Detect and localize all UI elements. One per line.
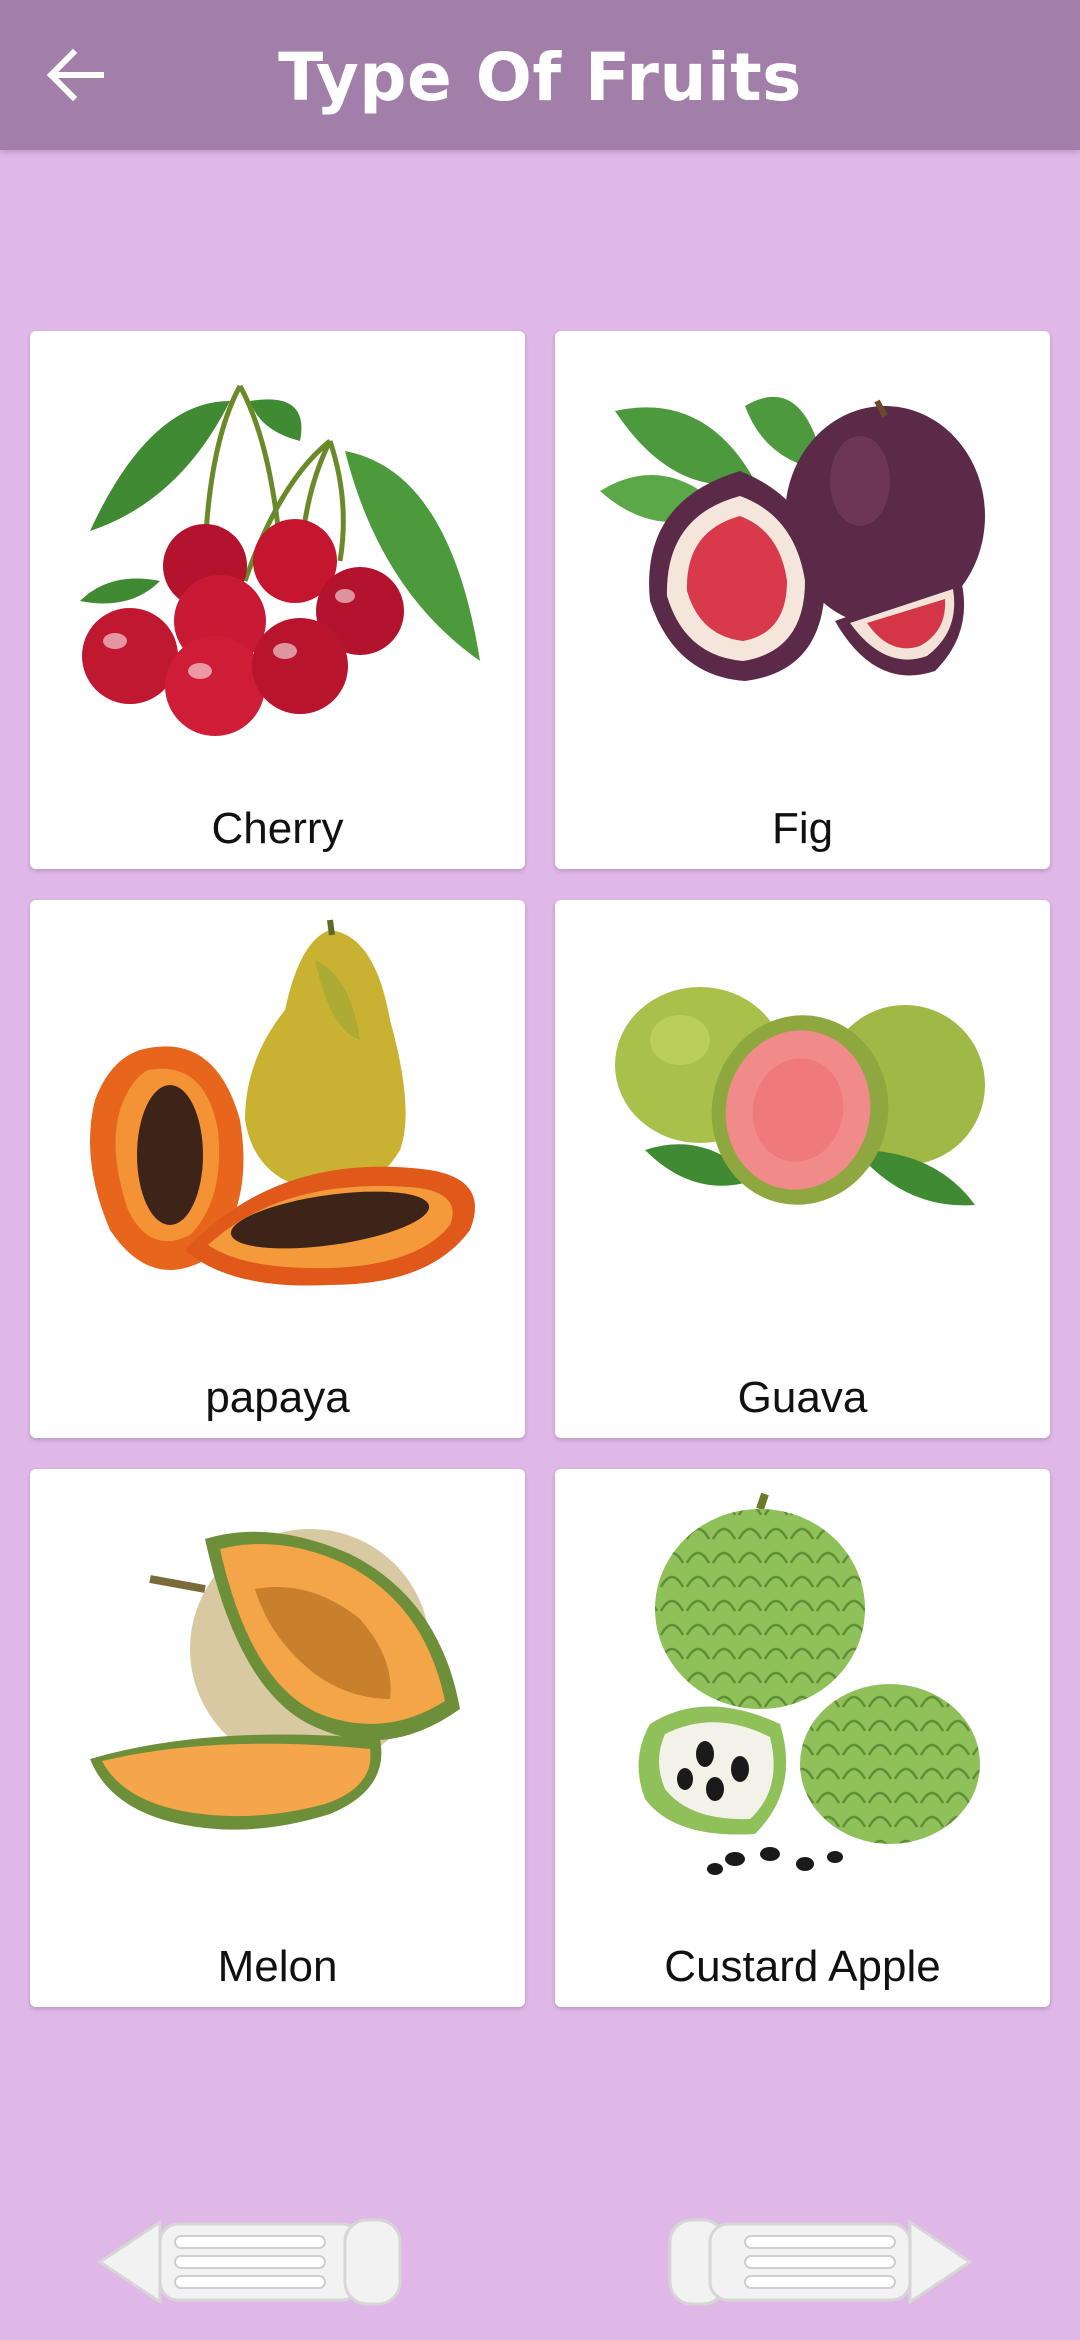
fig-image <box>600 396 985 681</box>
previous-button[interactable] <box>90 2212 410 2312</box>
app-bar: Type Of Fruits <box>0 0 1080 150</box>
fruit-label: Cherry <box>211 804 344 853</box>
fruit-label: Fig <box>771 804 834 853</box>
fruit-label: Guava <box>737 1373 868 1422</box>
fruit-card-papaya[interactable]: papaya <box>30 900 525 1438</box>
page-title: Type Of Fruits <box>278 39 802 116</box>
next-button[interactable] <box>660 2212 980 2312</box>
fruit-card-custard-apple[interactable]: Custard Apple <box>555 1469 1050 2007</box>
fruit-card-fig[interactable]: Fig <box>555 331 1050 869</box>
papaya-image <box>90 919 475 1286</box>
fruit-label: papaya <box>205 1373 350 1422</box>
custard-apple-image <box>638 1492 980 1875</box>
cherry-image <box>80 384 480 736</box>
previous-arrow-icon <box>97 2218 402 2306</box>
melon-image <box>90 1529 460 1830</box>
fruit-card-melon[interactable]: Melon <box>30 1469 525 2007</box>
next-arrow-icon <box>668 2218 973 2306</box>
fruit-grid: Cherry Fig papaya Guava Melon Custard Ap… <box>30 331 1050 2007</box>
fruit-card-guava[interactable]: Guava <box>555 900 1050 1438</box>
fruit-label: Custard Apple <box>664 1942 941 1991</box>
fruit-card-cherry[interactable]: Cherry <box>30 331 525 869</box>
fruit-label: Melon <box>217 1942 338 1991</box>
guava-image <box>615 987 985 1206</box>
